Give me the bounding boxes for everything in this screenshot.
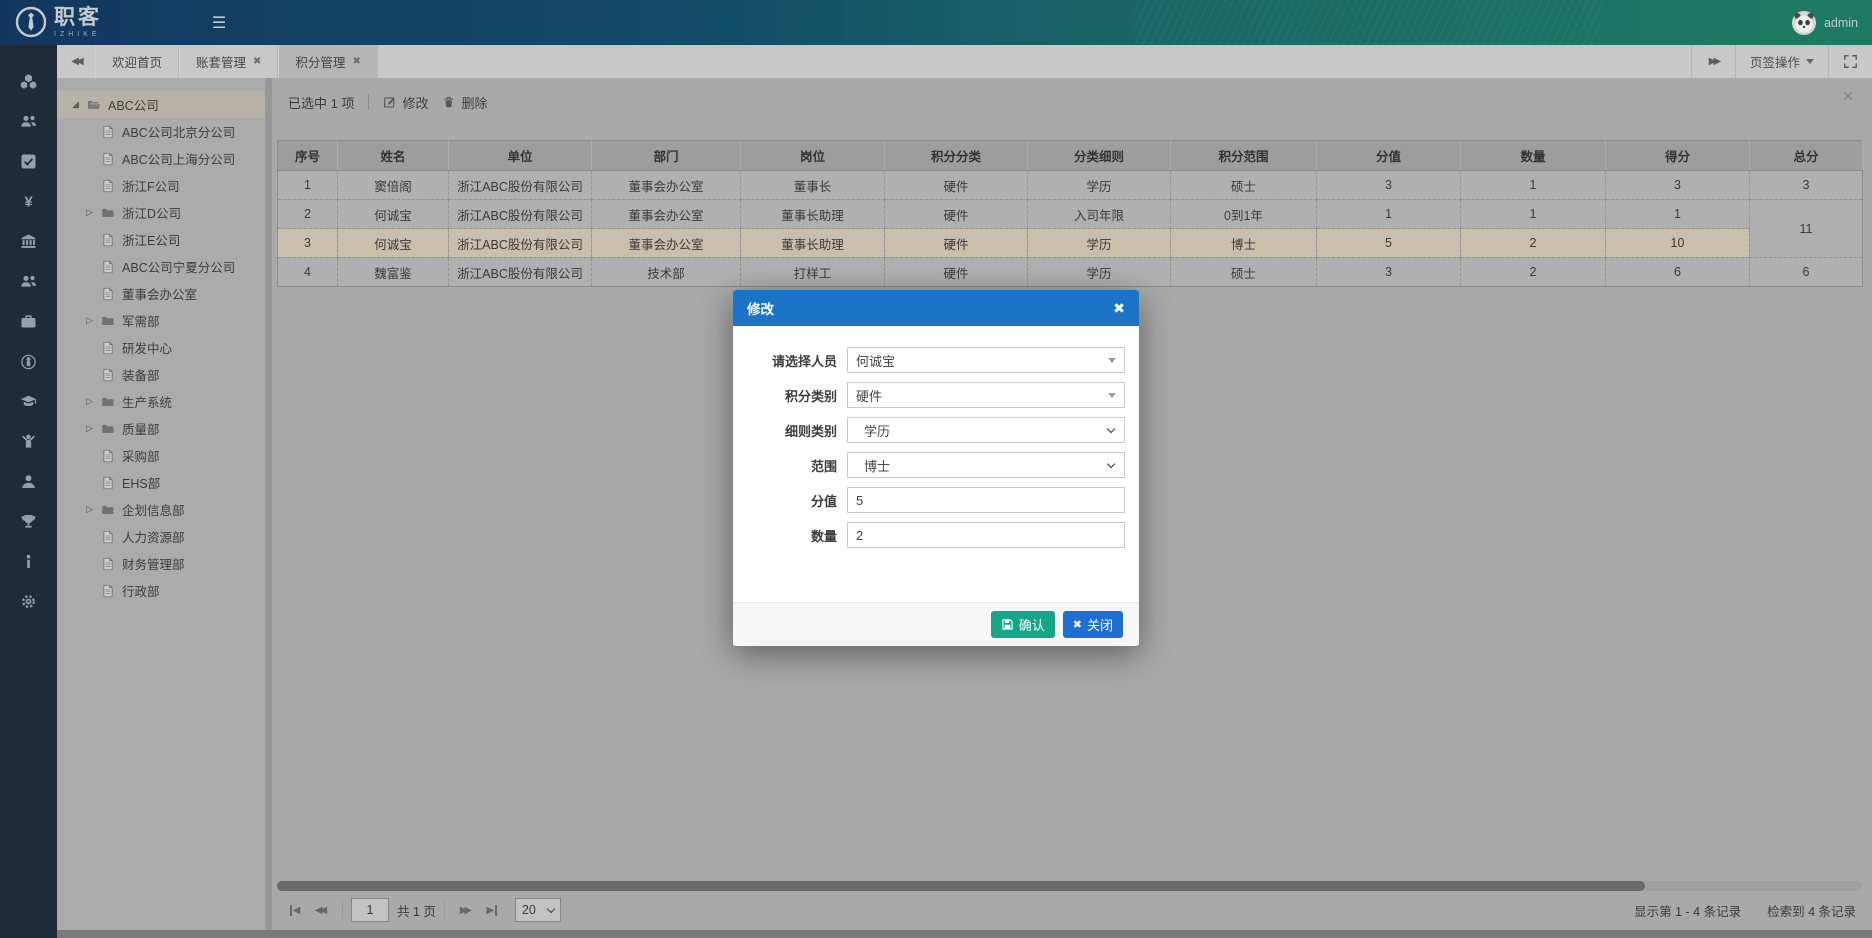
- field-label: 细则类别: [745, 421, 837, 440]
- caret-down-icon: [1108, 393, 1116, 398]
- modal-field-请选择人员: 请选择人员何诚宝: [745, 347, 1125, 373]
- 范围-select[interactable]: 博士: [847, 452, 1125, 478]
- close-x-icon: ✖: [1073, 618, 1082, 631]
- modal-field-分值: 分值: [745, 487, 1125, 513]
- modal-field-范围: 范围博士: [745, 452, 1125, 478]
- field-label: 分值: [745, 491, 837, 510]
- field-label: 积分类别: [745, 386, 837, 405]
- save-floppy-icon: [1001, 618, 1014, 631]
- chevron-down-icon: [1107, 459, 1115, 467]
- 分值-input[interactable]: [847, 487, 1125, 513]
- edit-modal: 修改 ✖ 请选择人员何诚宝积分类别硬件细则类别学历范围博士分值数量 确认 ✖ 关…: [733, 290, 1139, 646]
- modal-footer: 确认 ✖ 关闭: [733, 602, 1139, 646]
- chevron-down-icon: [1107, 424, 1115, 432]
- modal-title: 修改: [747, 298, 774, 318]
- modal-field-数量: 数量: [745, 522, 1125, 548]
- confirm-label: 确认: [1019, 615, 1045, 634]
- modal-field-细则类别: 细则类别学历: [745, 417, 1125, 443]
- close-button[interactable]: ✖ 关闭: [1063, 611, 1123, 638]
- field-label: 请选择人员: [745, 351, 837, 370]
- close-label: 关闭: [1087, 615, 1113, 634]
- field-value: 何诚宝: [856, 351, 895, 370]
- confirm-button[interactable]: 确认: [991, 611, 1055, 638]
- 数量-input[interactable]: [847, 522, 1125, 548]
- 积分类别-combobox[interactable]: 硬件: [847, 382, 1125, 408]
- field-value: 硬件: [856, 386, 882, 405]
- caret-down-icon: [1108, 358, 1116, 363]
- modal-field-积分类别: 积分类别硬件: [745, 382, 1125, 408]
- field-label: 范围: [745, 456, 837, 475]
- field-value: 博士: [856, 456, 890, 475]
- field-value: 学历: [856, 421, 890, 440]
- modal-body: 请选择人员何诚宝积分类别硬件细则类别学历范围博士分值数量: [733, 326, 1139, 602]
- modal-close-icon[interactable]: ✖: [1113, 300, 1125, 317]
- 细则类别-select[interactable]: 学历: [847, 417, 1125, 443]
- field-label: 数量: [745, 526, 837, 545]
- modal-header: 修改 ✖: [733, 290, 1139, 326]
- 请选择人员-combobox[interactable]: 何诚宝: [847, 347, 1125, 373]
